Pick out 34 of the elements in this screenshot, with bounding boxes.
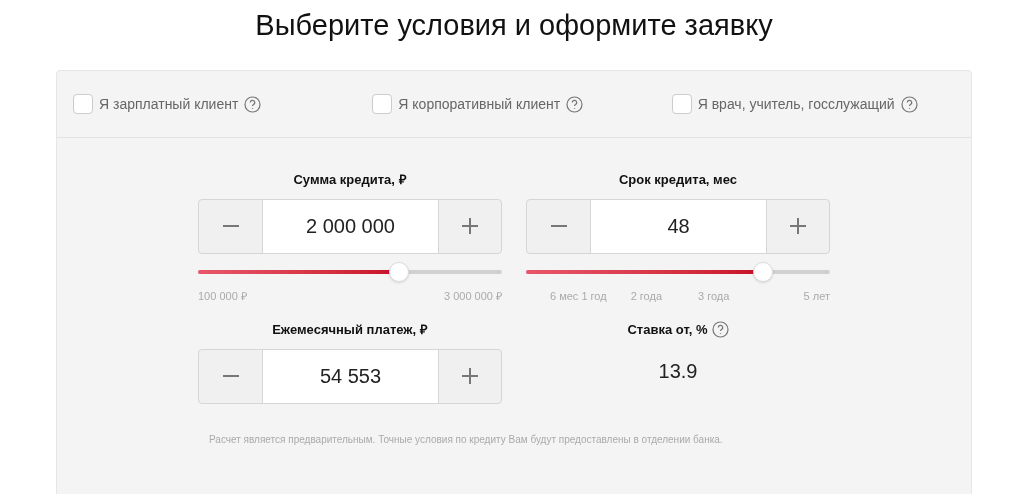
rate-value: 13.9 (658, 358, 698, 384)
field-label: Срок кредита, мес (618, 171, 737, 189)
scale-label: 100 000 ₽ (198, 288, 247, 304)
plus-icon (790, 218, 806, 234)
scale-label: 3 000 000 ₽ (444, 288, 502, 304)
minus-icon (550, 225, 567, 227)
option-label: Я зарплатный клиент (99, 94, 239, 114)
scale-label: 2 года (630, 288, 662, 304)
help-icon[interactable] (566, 95, 584, 113)
plus-icon (462, 218, 478, 234)
field-label: Сумма кредита, ₽ (293, 171, 407, 189)
scale-label: 6 мес 1 год (550, 288, 607, 304)
scale-label: 3 года (698, 288, 730, 304)
page-title: Выберите условия и оформите заявку (254, 8, 774, 43)
slider-handle[interactable] (388, 261, 409, 282)
checkbox[interactable] (372, 94, 393, 114)
amount-field[interactable]: 2 000 000 (262, 199, 439, 253)
disclaimer: Расчет является предварительным. Точные условия по кредиту Вам будут предоставлены в отделении банка. (209, 432, 724, 447)
field-label: Ставка от, % (627, 321, 708, 339)
help-icon[interactable] (244, 95, 262, 113)
scale-label: 5 лет (803, 288, 830, 304)
amount-field[interactable]: 48 (590, 199, 767, 253)
help-icon[interactable] (711, 321, 729, 339)
plus-icon (462, 368, 478, 384)
checkbox[interactable] (671, 94, 692, 114)
minus-icon (222, 375, 239, 377)
slider-handle[interactable] (753, 261, 774, 282)
field-label: Ежемесячный платеж, ₽ (272, 321, 428, 339)
option-label: Я корпоративный клиент (398, 94, 561, 114)
amount-field[interactable]: 54 553 (262, 349, 439, 403)
help-icon[interactable] (900, 95, 918, 113)
option-label: Я врач, учитель, госслужащий (697, 94, 895, 114)
checkbox[interactable] (73, 94, 93, 114)
minus-icon (222, 225, 239, 227)
